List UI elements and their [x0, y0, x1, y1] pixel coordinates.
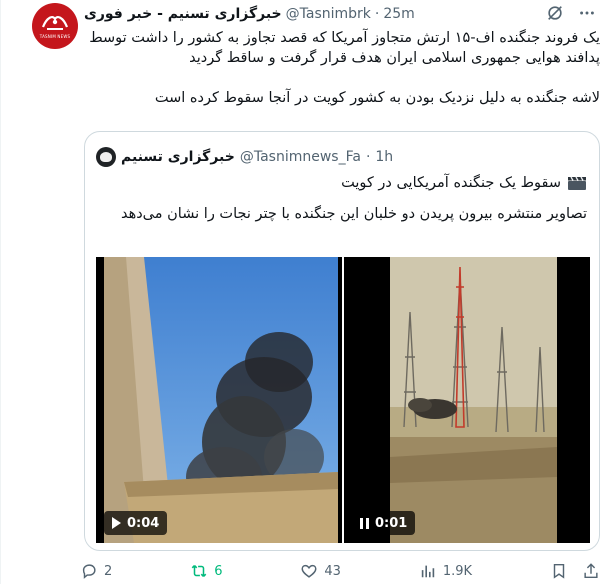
- tweet-body: یک فروند جنگنده اف-۱۵ ارتش متجاوز آمریکا…: [84, 28, 600, 108]
- reply-button[interactable]: 2: [80, 562, 112, 580]
- tweet-header: خبرگزاری تسنیم - خبر فوری @Tasnimbrk · 2…: [84, 4, 415, 24]
- more-options-icon[interactable]: [578, 4, 596, 22]
- share-button[interactable]: [582, 562, 600, 580]
- tweet-time[interactable]: 25m: [383, 6, 414, 22]
- tasnim-logo-icon: [41, 16, 69, 30]
- bookmark-button[interactable]: [550, 562, 568, 580]
- quoted-separator: ·: [365, 149, 371, 165]
- views-count: 1.9K: [442, 563, 473, 579]
- tweet-line: یک فروند جنگنده اف-۱۵ ارتش متجاوز آمریکا…: [89, 30, 600, 46]
- clapperboard-icon: [568, 176, 586, 190]
- bookmark-icon: [553, 563, 565, 579]
- tweet-actions: 2 6 43 1.9K: [80, 560, 600, 582]
- tweet-line: پدافند هوایی جمهوری اسلامی ایران هدف قرا…: [189, 50, 600, 66]
- header-actions: [546, 4, 596, 22]
- play-icon: [112, 517, 121, 529]
- heart-icon: [301, 564, 317, 578]
- video-duration-2[interactable]: 0:01: [352, 511, 416, 535]
- video-time-2: 0:01: [375, 515, 408, 531]
- video-player-2[interactable]: 0:01: [344, 257, 590, 543]
- quoted-text-line: تصاویر منتشره بیرون پریدن دو خلبان این ج…: [120, 206, 587, 222]
- timeline-border: [0, 0, 1, 584]
- quoted-body: سقوط یک جنگنده آمریکایی در کویت تصاویر م…: [97, 173, 587, 235]
- reply-icon: [82, 564, 96, 579]
- like-button[interactable]: 43: [300, 562, 341, 580]
- repost-count: 6: [214, 563, 223, 579]
- secondary-actions: [550, 562, 600, 580]
- avatar-caption: TASNIM NEWS: [39, 34, 71, 39]
- reply-count: 2: [104, 563, 113, 579]
- video-player-1[interactable]: 0:04: [96, 257, 342, 543]
- quoted-tweet[interactable]: خبرگزاری تسنیم @Tasnimnews_Fa · 1h سقوط …: [84, 131, 600, 551]
- author-avatar[interactable]: TASNIM NEWS: [32, 3, 78, 49]
- views-button[interactable]: 1.9K: [419, 562, 472, 580]
- like-count: 43: [324, 563, 341, 579]
- pause-icon: [360, 517, 369, 529]
- share-icon: [584, 563, 598, 579]
- views-icon: [421, 565, 435, 578]
- author-name[interactable]: خبرگزاری تسنیم - خبر فوری: [84, 6, 282, 22]
- quoted-avatar: [96, 147, 116, 167]
- quoted-time: 1h: [375, 149, 394, 165]
- meta-separator: ·: [374, 6, 380, 22]
- quoted-text: تصاویر منتشره بیرون پریدن دو خلبان این ج…: [97, 204, 587, 224]
- author-handle[interactable]: @Tasnimbrk: [286, 6, 371, 22]
- tweet-line: لاشه جنگنده به دلیل نزدیک بودن به کشور ک…: [154, 90, 600, 106]
- video-thumbnail-desert-towers: [390, 257, 557, 543]
- video-time-1: 0:04: [127, 515, 160, 531]
- quoted-headline: سقوط یک جنگنده آمریکایی در کویت: [341, 175, 561, 191]
- quoted-header: خبرگزاری تسنیم @Tasnimnews_Fa · 1h: [96, 147, 393, 167]
- repost-button[interactable]: 6: [190, 562, 222, 580]
- video-duration-1[interactable]: 0:04: [104, 511, 168, 535]
- grok-icon[interactable]: [546, 4, 564, 22]
- quoted-author-name: خبرگزاری تسنیم: [121, 149, 235, 165]
- video-thumbnail-sky-smoke: [104, 257, 338, 543]
- quoted-headline-row: سقوط یک جنگنده آمریکایی در کویت: [97, 173, 587, 193]
- repost-icon: [191, 565, 207, 577]
- quoted-handle: @Tasnimnews_Fa: [239, 149, 361, 165]
